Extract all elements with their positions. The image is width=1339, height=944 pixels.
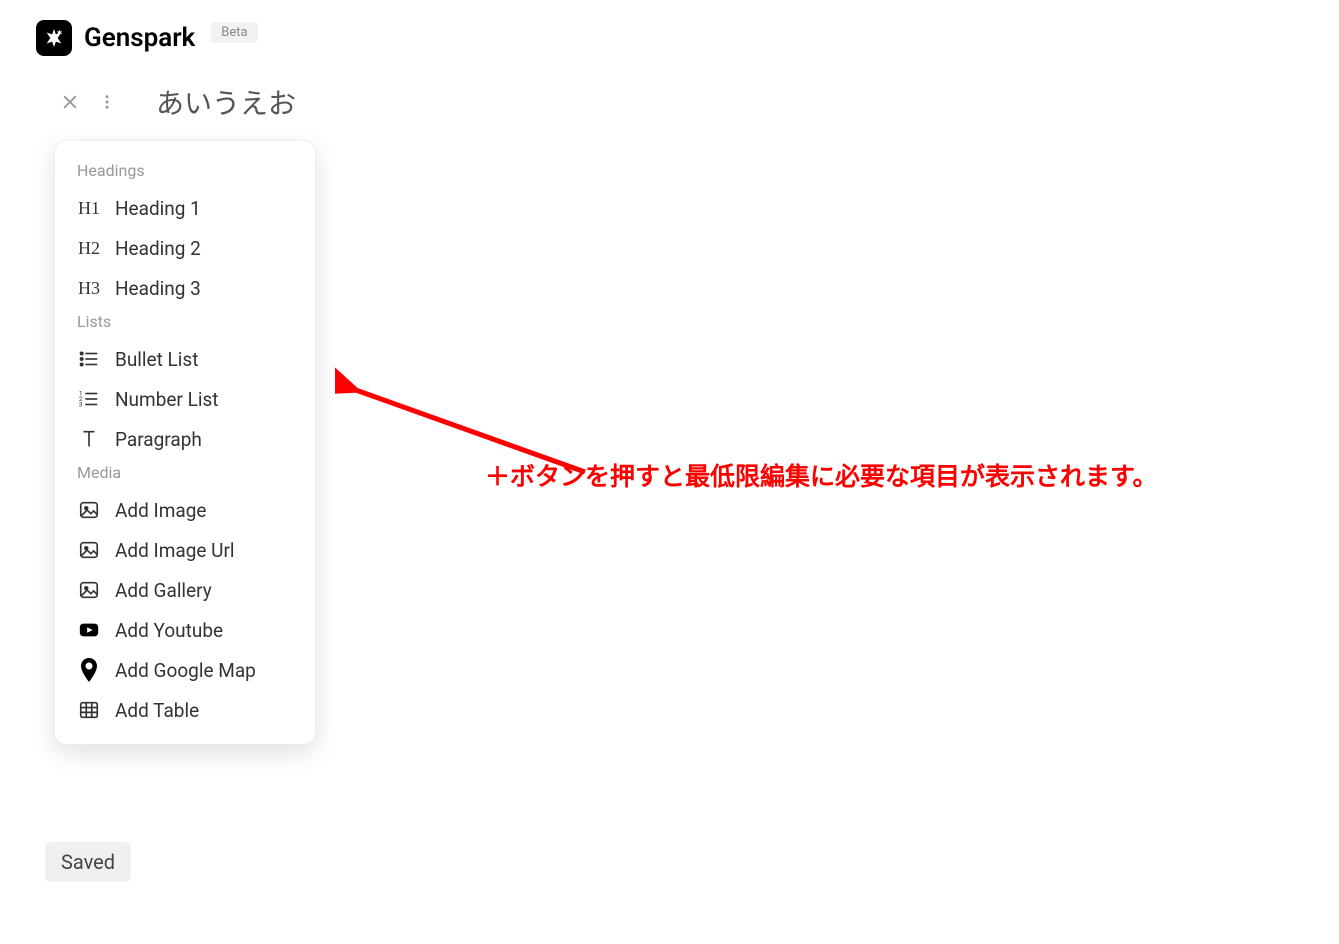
content-area: あいうえお Headings H1 Heading 1 H2 Heading 2…: [0, 82, 1339, 122]
paragraph-icon: [77, 427, 101, 451]
menu-item-heading-1[interactable]: H1 Heading 1: [55, 188, 315, 228]
menu-item-heading-2[interactable]: H2 Heading 2: [55, 228, 315, 268]
menu-item-add-image-url[interactable]: Add Image Url: [55, 530, 315, 570]
saved-status: Saved: [45, 842, 131, 882]
bullet-list-icon: [77, 347, 101, 371]
menu-item-add-table[interactable]: Add Table: [55, 690, 315, 730]
h3-icon: H3: [77, 276, 101, 300]
menu-item-label: Add Image Url: [115, 539, 235, 562]
menu-item-number-list[interactable]: 1 2 3 Number List: [55, 379, 315, 419]
h2-icon: H2: [77, 236, 101, 260]
menu-section-lists: Lists: [55, 308, 315, 339]
image-icon: [77, 538, 101, 562]
menu-item-label: Number List: [115, 388, 218, 411]
app-header: Genspark Beta: [0, 0, 1339, 76]
more-vertical-icon[interactable]: [98, 92, 116, 112]
document-title[interactable]: あいうえお: [156, 82, 296, 122]
menu-item-label: Add Gallery: [115, 579, 212, 602]
menu-item-bullet-list[interactable]: Bullet List: [55, 339, 315, 379]
menu-item-label: Paragraph: [115, 428, 202, 451]
menu-item-heading-3[interactable]: H3 Heading 3: [55, 268, 315, 308]
menu-item-label: Add Google Map: [115, 659, 256, 682]
menu-item-add-google-map[interactable]: Add Google Map: [55, 650, 315, 690]
image-icon: [77, 578, 101, 602]
menu-section-media: Media: [55, 459, 315, 490]
menu-item-label: Heading 3: [115, 277, 201, 300]
brand-name: Genspark: [84, 23, 195, 53]
menu-item-add-gallery[interactable]: Add Gallery: [55, 570, 315, 610]
youtube-icon: [77, 618, 101, 642]
menu-section-headings: Headings: [55, 157, 315, 188]
image-icon: [77, 498, 101, 522]
beta-badge: Beta: [211, 22, 257, 43]
logo-icon: [36, 20, 72, 56]
menu-item-label: Bullet List: [115, 348, 198, 371]
toolbar-row: あいうえお: [0, 82, 1339, 122]
menu-item-label: Add Image: [115, 499, 206, 522]
menu-item-label: Add Table: [115, 699, 199, 722]
table-icon: [77, 698, 101, 722]
menu-item-add-youtube[interactable]: Add Youtube: [55, 610, 315, 650]
insert-menu: Headings H1 Heading 1 H2 Heading 2 H3 He…: [54, 140, 316, 745]
annotation-text: ＋ボタンを押すと最低限編集に必要な項目が表示されます。: [485, 457, 1158, 493]
close-icon[interactable]: [60, 92, 80, 112]
numbered-list-icon: 1 2 3: [77, 387, 101, 411]
menu-item-paragraph[interactable]: Paragraph: [55, 419, 315, 459]
menu-item-add-image[interactable]: Add Image: [55, 490, 315, 530]
map-pin-icon: [77, 658, 101, 682]
menu-item-label: Heading 1: [115, 197, 201, 220]
menu-item-label: Add Youtube: [115, 619, 223, 642]
svg-text:3: 3: [79, 400, 83, 408]
h1-icon: H1: [77, 196, 101, 220]
menu-item-label: Heading 2: [115, 237, 201, 260]
